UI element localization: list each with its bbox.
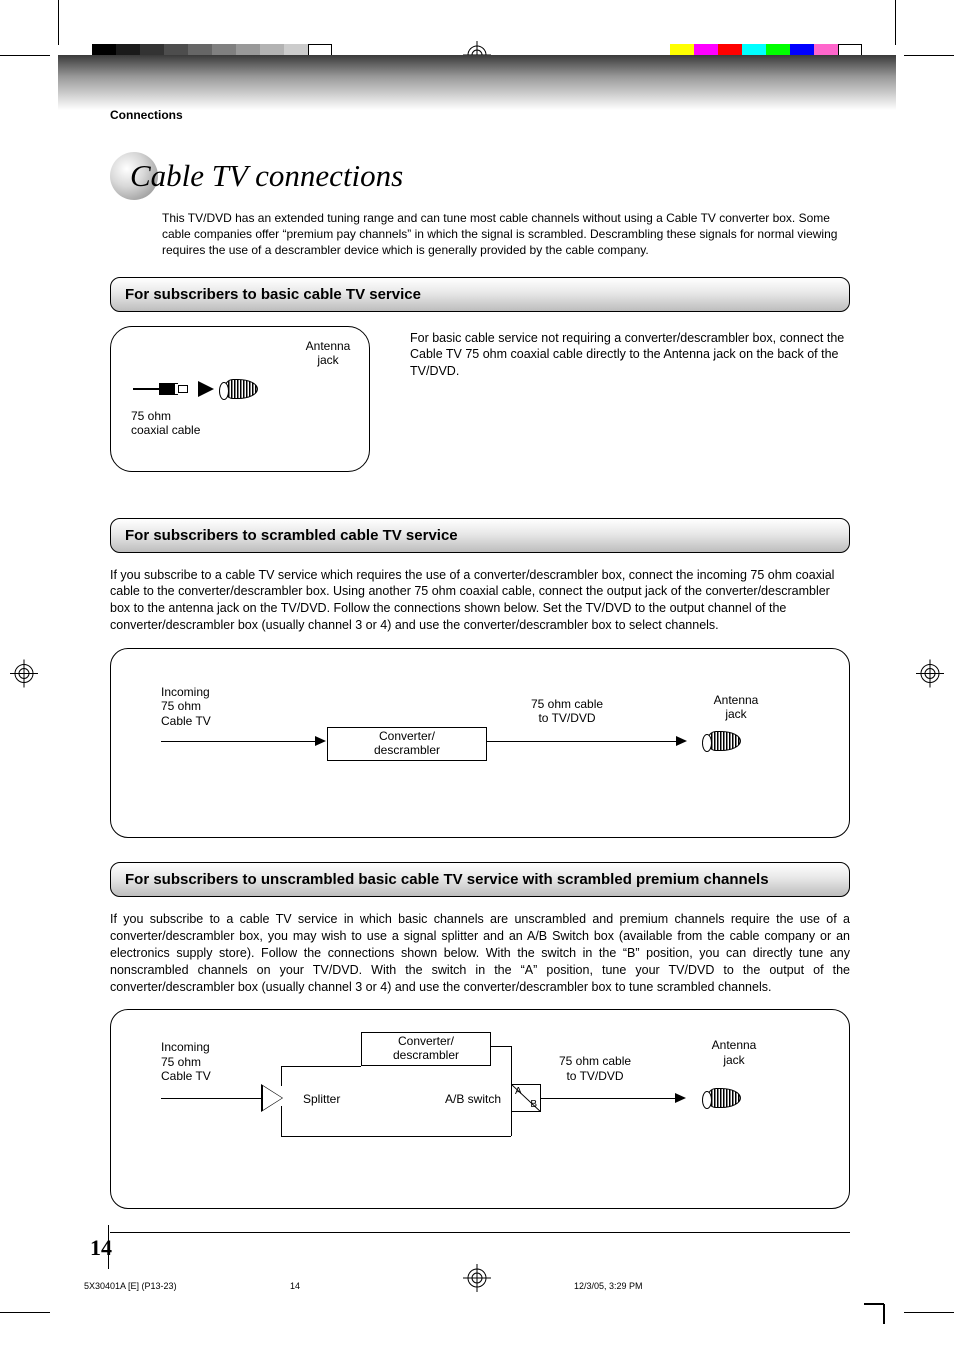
label-cable-to-tv: 75 ohm cableto TV/DVD: [531, 697, 603, 726]
section3-heading: For subscribers to unscrambled basic cab…: [110, 862, 850, 897]
antenna-jack-icon: [707, 1088, 741, 1108]
arrow-right-icon: [676, 736, 687, 746]
registration-mark-icon: [10, 659, 38, 692]
label-b: B: [530, 1099, 537, 1110]
imprint-right: 12/3/05, 3:29 PM: [574, 1281, 643, 1291]
section3-text: If you subscribe to a cable TV service i…: [110, 911, 850, 995]
coax-plug-icon: [133, 383, 188, 395]
arrow-right-icon: [315, 736, 326, 746]
label-a: A: [515, 1086, 522, 1097]
label-incoming-cable: Incoming75 ohmCable TV: [161, 1040, 211, 1083]
diagram-scrambled-cable: Incoming75 ohmCable TV Converter/descram…: [110, 648, 850, 838]
label-coax-cable: 75 ohmcoaxial cable: [131, 409, 200, 438]
label-antenna-jack: Antennajack: [293, 339, 363, 368]
page-footer-rule: [110, 1232, 850, 1233]
label-antenna-jack: Antennajack: [699, 1038, 769, 1067]
section2-text: If you subscribe to a cable TV service w…: [110, 567, 850, 635]
label-antenna-jack: Antennajack: [701, 693, 771, 722]
intro-paragraph: This TV/DVD has an extended tuning range…: [162, 210, 850, 259]
section2-heading-text: For subscribers to scrambled cable TV se…: [125, 527, 835, 544]
section-label: Connections: [110, 108, 850, 122]
diagram-basic-cable: Antennajack 75 ohmcoaxial cable: [110, 326, 370, 472]
page-number: 14: [90, 1235, 112, 1261]
crop-mark: [0, 1312, 50, 1313]
label-splitter: Splitter: [303, 1092, 340, 1106]
section2-heading: For subscribers to scrambled cable TV se…: [110, 518, 850, 553]
converter-box: Converter/descrambler: [361, 1032, 491, 1066]
antenna-jack-icon: [707, 731, 741, 751]
crop-mark-corner: [864, 1294, 894, 1329]
section3-heading-text: For subscribers to unscrambled basic cab…: [125, 871, 835, 888]
arrow-right-icon: [675, 1093, 686, 1103]
section1-heading-text: For subscribers to basic cable TV servic…: [125, 286, 835, 303]
section1-text: For basic cable service not requiring a …: [410, 326, 850, 381]
ab-switch-box: A B: [511, 1084, 541, 1112]
registration-mark-icon: [916, 659, 944, 692]
diagram-premium-cable: Incoming75 ohmCable TV Splitter Converte…: [110, 1009, 850, 1209]
label-incoming-cable: Incoming75 ohmCable TV: [161, 685, 211, 728]
crop-mark: [904, 1312, 954, 1313]
label-cable-to-tv: 75 ohm cableto TV/DVD: [559, 1054, 631, 1083]
antenna-jack-icon: [224, 379, 258, 399]
page-title: Cable TV connections: [130, 158, 403, 194]
converter-box: Converter/descrambler: [327, 727, 487, 761]
splitter-icon: [261, 1084, 283, 1112]
imprint-center: 14: [290, 1281, 300, 1291]
registration-mark-icon: [463, 1264, 491, 1297]
arrow-right-icon: [198, 381, 214, 397]
section1-heading: For subscribers to basic cable TV servic…: [110, 277, 850, 312]
label-ab-switch: A/B switch: [445, 1092, 501, 1106]
